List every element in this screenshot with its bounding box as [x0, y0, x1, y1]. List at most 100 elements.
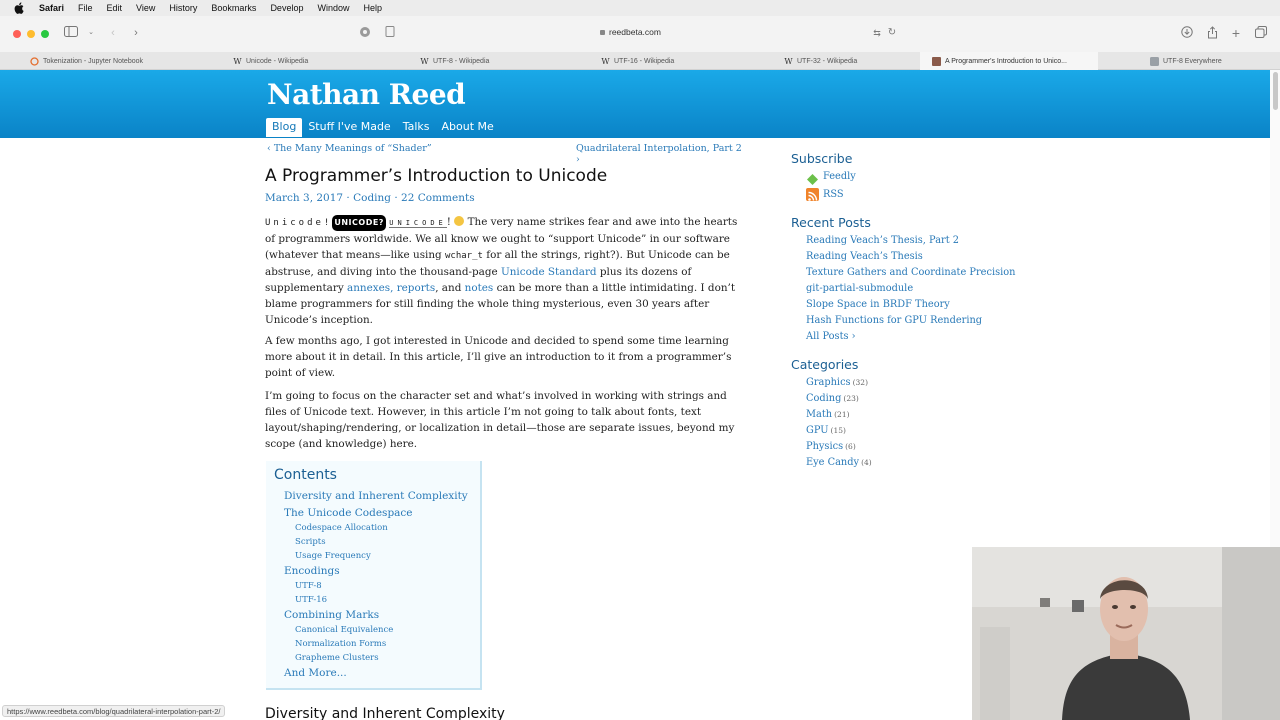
menu-history[interactable]: History: [169, 3, 197, 13]
recent-post-link[interactable]: Reading Veach’s Thesis: [806, 251, 923, 262]
toc-normalization-forms[interactable]: Normalization Forms: [295, 639, 386, 649]
sidebar-toggle-icon[interactable]: [64, 26, 78, 40]
nav-blog[interactable]: Blog: [266, 118, 303, 137]
categories-heading: Categories: [791, 357, 859, 372]
toc-codespace-allocation[interactable]: Codespace Allocation: [295, 523, 388, 533]
toc-canonical-equivalence[interactable]: Canonical Equivalence: [295, 625, 393, 635]
tab-label: UTF-8 - Wikipedia: [433, 57, 490, 65]
apple-logo-icon[interactable]: [13, 2, 25, 14]
recent-post-link[interactable]: Reading Veach’s Thesis, Part 2: [806, 235, 959, 246]
rss-link[interactable]: RSS: [823, 189, 844, 200]
menu-safari[interactable]: Safari: [39, 3, 64, 13]
tab-utf32-wikipedia[interactable]: W UTF-32 - Wikipedia: [784, 52, 914, 70]
recent-post-link[interactable]: git-partial-submodule: [806, 283, 913, 294]
intro-paragraph: Unicode! UNICODE? UNICODE! The very name …: [265, 215, 738, 326]
site-nav: Blog Stuff I've Made Talks About Me: [266, 118, 500, 137]
macos-menu-bar: Safari File Edit View History Bookmarks …: [0, 0, 1280, 16]
feedly-icon: [806, 171, 819, 185]
nav-talks[interactable]: Talks: [397, 118, 436, 137]
toc-usage-frequency[interactable]: Usage Frequency: [295, 551, 371, 561]
subscribe-heading: Subscribe: [791, 151, 853, 166]
menu-bookmarks[interactable]: Bookmarks: [211, 3, 256, 13]
recent-post-link[interactable]: Slope Space in BRDF Theory: [806, 299, 950, 310]
category-link[interactable]: GPU (15): [806, 425, 846, 436]
tab-label: UTF-8 Everywhere: [1163, 57, 1222, 65]
tab-unicode-wikipedia[interactable]: W Unicode - Wikipedia: [233, 52, 408, 70]
chevron-down-icon[interactable]: ⌄: [84, 26, 98, 40]
recent-post-link[interactable]: Hash Functions for GPU Rendering: [806, 315, 982, 326]
menu-window[interactable]: Window: [317, 3, 349, 13]
page-menu-icon[interactable]: [383, 26, 397, 40]
unicode-standard-link[interactable]: Unicode Standard: [501, 266, 597, 278]
toc-diversity[interactable]: Diversity and Inherent Complexity: [284, 490, 468, 502]
category-link[interactable]: Math (21): [806, 409, 850, 420]
unicode-boxed: UNICODE: [389, 219, 447, 228]
category-link[interactable]: Physics (6): [806, 441, 856, 452]
post-date[interactable]: March 3, 2017: [265, 192, 343, 204]
link-status-bar: https://www.reedbeta.com/blog/quadrilate…: [2, 705, 226, 717]
browser-toolbar: ⌄ ‹ › reedbeta.com ⇆ ↻ +: [0, 16, 1280, 52]
smiley-emoji-icon: [454, 216, 465, 226]
toc-utf16[interactable]: UTF-16: [295, 595, 327, 605]
zoom-window-button[interactable]: [41, 30, 49, 38]
translate-icon[interactable]: ⇆: [870, 26, 884, 40]
menu-edit[interactable]: Edit: [107, 3, 123, 13]
nav-stuff-ive-made[interactable]: Stuff I've Made: [302, 118, 396, 137]
share-icon[interactable]: [1205, 26, 1219, 40]
webcam-overlay: [972, 547, 1280, 720]
paragraph-2: A few months ago, I got interested in Un…: [265, 335, 732, 379]
tab-utf8-wikipedia[interactable]: W UTF-8 - Wikipedia: [420, 52, 595, 70]
minimize-window-button[interactable]: [27, 30, 35, 38]
tab-label: UTF-16 - Wikipedia: [614, 57, 675, 65]
tab-programmers-intro-unicode[interactable]: A Programmer's Introduction to Unico...: [920, 52, 1098, 70]
site-title[interactable]: Nathan Reed: [267, 78, 466, 111]
toc-scripts[interactable]: Scripts: [295, 537, 326, 547]
tab-utf8-everywhere[interactable]: UTF-8 Everywhere: [1150, 52, 1278, 70]
toc-encodings[interactable]: Encodings: [284, 565, 340, 577]
forward-icon[interactable]: ›: [129, 26, 143, 40]
nav-about-me[interactable]: About Me: [436, 118, 500, 137]
privacy-report-icon[interactable]: [358, 26, 372, 40]
jupyter-icon: [30, 56, 39, 66]
new-tab-icon[interactable]: +: [1229, 26, 1243, 40]
annexes-reports-link[interactable]: annexes, reports: [347, 282, 435, 294]
chevron-right-icon: ›: [848, 331, 856, 342]
toc-grapheme-clusters[interactable]: Grapheme Clusters: [295, 653, 379, 663]
toc-and-more[interactable]: And More...: [284, 667, 347, 679]
wikipedia-icon: W: [420, 56, 429, 66]
previous-post-link[interactable]: ‹ The Many Meanings of “Shader”: [267, 143, 432, 154]
category-link[interactable]: Coding (23): [806, 393, 859, 404]
downloads-icon[interactable]: [1180, 26, 1194, 40]
back-icon[interactable]: ‹: [106, 26, 120, 40]
recent-post-link[interactable]: Texture Gathers and Coordinate Precision: [806, 267, 1015, 278]
menu-develop[interactable]: Develop: [270, 3, 303, 13]
tab-jupyter[interactable]: Tokenization - Jupyter Notebook: [30, 52, 205, 70]
toc-unicode-codespace[interactable]: The Unicode Codespace: [284, 507, 413, 519]
feedly-link[interactable]: Feedly: [823, 171, 856, 182]
next-post-link[interactable]: Quadrilateral Interpolation, Part 2 ›: [576, 143, 745, 165]
category-link[interactable]: Graphics (32): [806, 377, 868, 388]
address-bar[interactable]: reedbeta.com: [600, 27, 661, 37]
unicode-circled: UNICODE?: [332, 215, 386, 231]
toc-utf8[interactable]: UTF-8: [295, 581, 322, 591]
post-comments-link[interactable]: 22 Comments: [401, 192, 475, 204]
menu-file[interactable]: File: [78, 3, 93, 13]
menu-help[interactable]: Help: [363, 3, 382, 13]
unicode-spaced: Unicode!: [265, 218, 333, 228]
close-window-button[interactable]: [13, 30, 21, 38]
wikipedia-icon: W: [601, 56, 610, 66]
notes-link[interactable]: notes: [465, 282, 494, 294]
tab-utf16-wikipedia[interactable]: W UTF-16 - Wikipedia: [601, 52, 776, 70]
contents-title: Contents: [274, 467, 337, 483]
inline-code: wchar_t: [445, 251, 483, 261]
menu-view[interactable]: View: [136, 3, 155, 13]
scrollbar-thumb[interactable]: [1273, 72, 1278, 110]
all-posts-link[interactable]: All Posts ›: [806, 331, 856, 342]
tab-label: A Programmer's Introduction to Unico...: [945, 57, 1067, 65]
post-category[interactable]: Coding: [353, 192, 391, 204]
toc-combining-marks[interactable]: Combining Marks: [284, 609, 379, 621]
reload-icon[interactable]: ↻: [885, 26, 899, 40]
tab-overview-icon[interactable]: [1254, 26, 1268, 40]
category-link[interactable]: Eye Candy (4): [806, 457, 872, 468]
tab-label: Tokenization - Jupyter Notebook: [43, 57, 143, 65]
